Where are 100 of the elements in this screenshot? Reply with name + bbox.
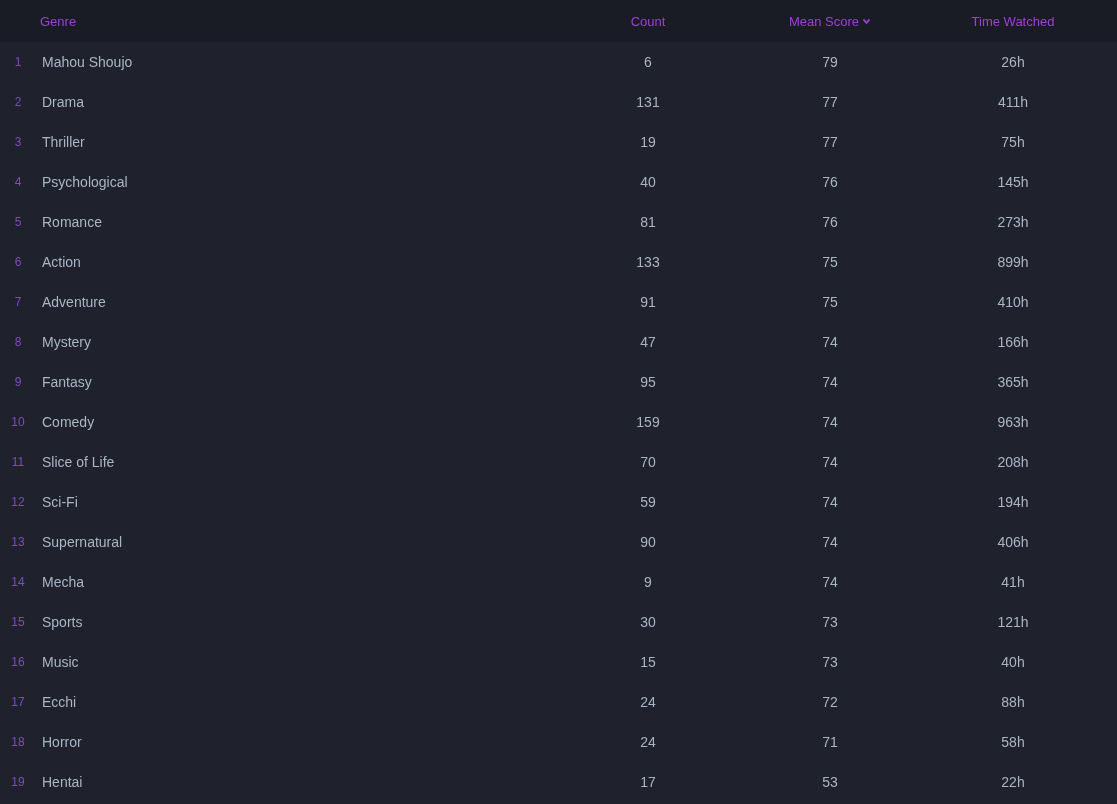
table-cell: 6: [644, 54, 652, 70]
rank-number: 6: [14, 255, 22, 269]
table-cell: 121h: [997, 614, 1029, 630]
table-cell: 159: [636, 414, 660, 430]
table-cell: 74: [822, 494, 838, 510]
genre-name: Adventure: [42, 294, 106, 310]
table-cell: 74: [822, 534, 838, 550]
table-cell: 59: [640, 494, 656, 510]
genre-name: Mecha: [42, 574, 85, 590]
rank-number: 7: [14, 295, 22, 309]
table-cell: 71: [822, 734, 838, 750]
rank-number: 16: [11, 655, 25, 669]
table-cell: 131: [636, 94, 660, 110]
table-cell: 15: [640, 654, 656, 670]
genre-name: Thriller: [42, 134, 85, 150]
table-cell: 406h: [997, 534, 1029, 550]
rank-number: 1: [14, 55, 22, 69]
column-header[interactable]: Time Watched: [971, 13, 1055, 29]
table-cell: 963h: [997, 414, 1029, 430]
table-cell: 17: [640, 774, 656, 790]
genre-name: Romance: [42, 214, 102, 230]
table-cell: 22h: [1001, 774, 1025, 790]
rank-number: 15: [11, 615, 25, 629]
table-cell: 24: [640, 734, 656, 750]
table-cell: 58h: [1001, 734, 1025, 750]
rank-number: 8: [14, 335, 22, 349]
rank-number: 11: [11, 455, 25, 469]
table-cell: 40: [640, 174, 656, 190]
table-cell: 75h: [1001, 134, 1025, 150]
table-cell: 81: [640, 214, 656, 230]
rank-number: 17: [11, 695, 25, 709]
table-cell: 133: [636, 254, 660, 270]
table-cell: 410h: [997, 294, 1029, 310]
rank-number: 2: [14, 95, 22, 109]
genre-name: Psychological: [42, 174, 128, 190]
table-cell: 194h: [997, 494, 1029, 510]
table-cell: 365h: [997, 374, 1029, 390]
table-cell: 76: [822, 174, 838, 190]
rank-number: 3: [14, 135, 22, 149]
table-cell: 208h: [997, 454, 1029, 470]
rank-number: 13: [11, 535, 25, 549]
rank-number: 10: [11, 415, 25, 429]
genre-name: Sci-Fi: [42, 494, 78, 510]
table-cell: 74: [822, 454, 838, 470]
table-cell: 79: [822, 54, 838, 70]
table-cell: 74: [822, 574, 838, 590]
genre-name: Ecchi: [42, 694, 77, 710]
table-cell: 74: [822, 374, 838, 390]
rank-number: 19: [11, 775, 25, 789]
table-cell: 75: [822, 254, 838, 270]
table-cell: 145h: [997, 174, 1029, 190]
table-cell: 19: [640, 134, 656, 150]
genre-name: Supernatural: [42, 534, 123, 550]
genre-name: Horror: [42, 734, 82, 750]
genre-name: Music: [42, 654, 79, 670]
table-cell: 24: [640, 694, 656, 710]
table-cell: 41h: [1001, 574, 1025, 590]
table-cell: 26h: [1001, 54, 1025, 70]
rank-number: 14: [11, 575, 25, 589]
genre-name: Slice of Life: [42, 454, 115, 470]
chevron-down-icon: [862, 17, 872, 25]
genre-name: Hentai: [42, 774, 83, 790]
table-cell: 40h: [1001, 654, 1025, 670]
table-cell: 47: [640, 334, 656, 350]
table-cell: 95: [640, 374, 656, 390]
column-header[interactable]: Genre: [40, 13, 77, 29]
table-cell: 76: [822, 214, 838, 230]
table-cell: 53: [822, 774, 838, 790]
genre-name: Mystery: [42, 334, 91, 350]
table-cell: 91: [640, 294, 656, 310]
table-cell: 899h: [997, 254, 1029, 270]
rank-number: 12: [11, 495, 25, 509]
rank-number: 18: [11, 735, 25, 749]
table-cell: 77: [822, 134, 838, 150]
table-cell: 73: [822, 654, 838, 670]
genre-name: Action: [42, 254, 81, 270]
genre-name: Fantasy: [42, 374, 92, 390]
column-header[interactable]: Mean Score: [788, 13, 872, 29]
table-cell: 88h: [1001, 694, 1025, 710]
rank-number: 5: [14, 215, 22, 229]
table-cell: 30: [640, 614, 656, 630]
table-cell: 77: [822, 94, 838, 110]
table-cell: 166h: [997, 334, 1029, 350]
table-cell: 73: [822, 614, 838, 630]
table-cell: 72: [822, 694, 838, 710]
genre-name: Drama: [42, 94, 84, 110]
genre-name: Sports: [42, 614, 83, 630]
table-cell: 70: [640, 454, 656, 470]
table-cell: 74: [822, 334, 838, 350]
table-cell: 9: [644, 574, 652, 590]
rank-number: 9: [14, 375, 22, 389]
table-cell: 75: [822, 294, 838, 310]
table-cell: 74: [822, 414, 838, 430]
rank-number: 4: [14, 175, 22, 189]
table-cell: 411h: [997, 94, 1029, 110]
column-header[interactable]: Count: [630, 13, 666, 29]
table-cell: 273h: [997, 214, 1029, 230]
genre-name: Comedy: [42, 414, 95, 430]
table-cell: 90: [640, 534, 656, 550]
genre-name: Mahou Shoujo: [42, 54, 133, 70]
